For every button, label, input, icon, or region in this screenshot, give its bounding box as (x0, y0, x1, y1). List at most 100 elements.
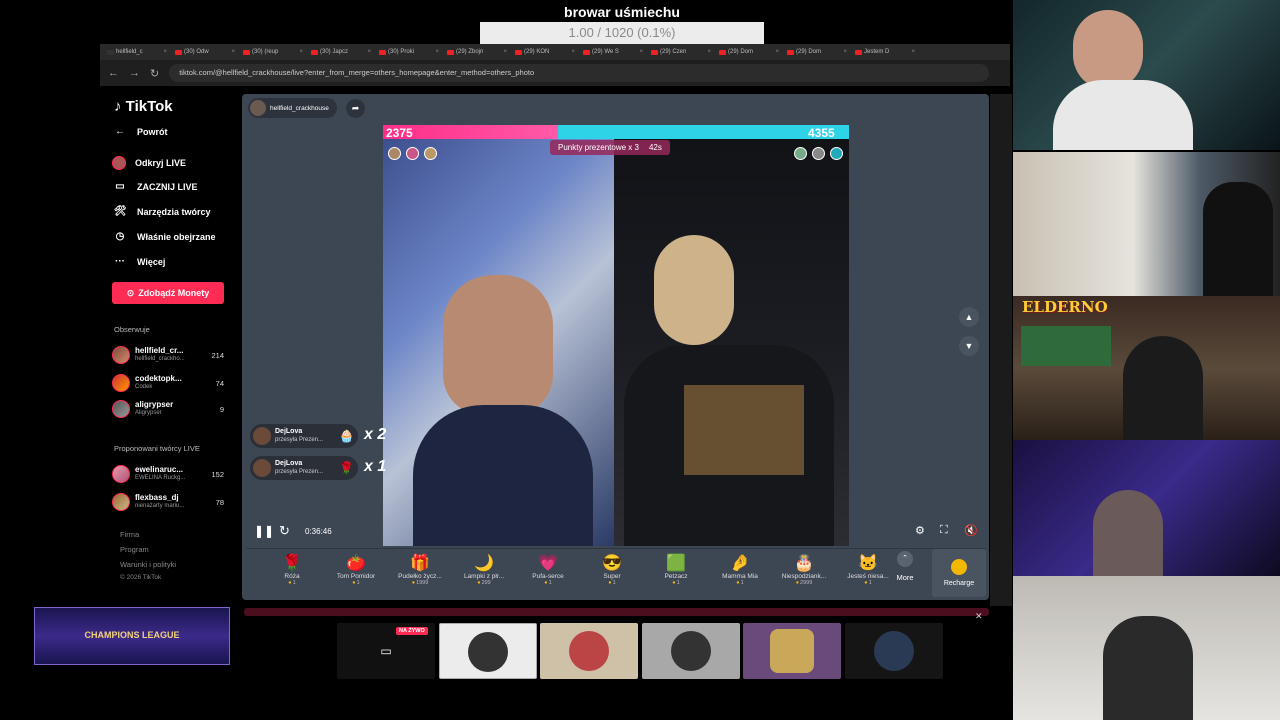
nav-discover-live[interactable]: Odkryj LIVE (112, 156, 186, 170)
nav-label: Więcej (137, 256, 166, 267)
close-tab-icon[interactable]: × (163, 49, 167, 55)
clock-icon: ◷ (115, 231, 125, 242)
tab-label: hellfield_c (116, 49, 143, 55)
battle-multiplier-pill: Punkty prezentowe x 3 42s (550, 140, 670, 155)
camera-icon: ▭ (115, 181, 125, 192)
chevron-up-icon[interactable]: ▲ (959, 307, 979, 327)
forward-arrow-icon[interactable]: → (129, 67, 140, 79)
gift-item[interactable]: 💗Pufa-serce1 (516, 549, 580, 586)
live-thumbnail[interactable] (540, 623, 638, 679)
supporter-avatar[interactable] (424, 147, 437, 160)
earn-coins-button[interactable]: ⊙ Zdobądź Monety (112, 282, 224, 304)
suggested-heading: Proponowani twórcy LIVE (114, 444, 200, 453)
following-account[interactable]: aligrypser Aligrypser 9 (112, 398, 224, 420)
gift-item[interactable]: 🌙Lampki z płr...299 (452, 549, 516, 586)
reload-icon[interactable]: ↻ (150, 67, 159, 80)
browser-tab[interactable]: (29) Dom × (716, 46, 782, 58)
score-left: 2375 (386, 126, 413, 140)
close-tab-icon[interactable]: × (299, 49, 303, 55)
live-thumbnail[interactable] (743, 623, 841, 679)
nav-creator-tools[interactable]: 🛠 Narzędzia twórcy (112, 206, 211, 217)
footer-link[interactable]: Warunki i polityki (120, 560, 176, 569)
live-thumbnail[interactable] (439, 623, 537, 679)
following-account[interactable]: hellfield_cr... hellfield_crackho... 214 (112, 344, 224, 366)
webcam-1 (1013, 0, 1280, 150)
share-icon[interactable]: ➦ (346, 99, 365, 118)
toast-user: DejLova (275, 428, 303, 435)
supporter-avatar[interactable] (388, 147, 401, 160)
browser-tab[interactable]: (30) Odw × (172, 46, 238, 58)
nav-go-live[interactable]: ▭ ZACZNIJ LIVE (112, 181, 197, 192)
gift-item[interactable]: 🎁Pudełko życz...1999 (388, 549, 452, 586)
recharge-button[interactable]: Recharge (932, 549, 986, 597)
tomato-icon: 🍅 (346, 555, 366, 572)
nav-more[interactable]: ··· Więcej (112, 256, 165, 267)
back-arrow-icon[interactable]: ← (108, 67, 119, 79)
gift-item[interactable]: 🤌Mamma Mia1 (708, 549, 772, 586)
tab-label: (30) (reup (252, 49, 279, 55)
tab-label: (30) Japcz (320, 49, 349, 55)
close-tab-icon[interactable]: × (231, 49, 235, 55)
champions-league-banner: CHAMPIONS LEAGUE (34, 607, 230, 665)
browser-tab[interactable]: (30) (reup × (240, 46, 306, 58)
footer-link[interactable]: Program (120, 545, 149, 554)
battle-timer: 42s (648, 143, 662, 152)
browser-tab[interactable]: (30) Proki × (376, 46, 442, 58)
account-subtitle: Codek (135, 384, 153, 390)
avatar (112, 374, 130, 392)
browser-tab[interactable]: Jestem D × (852, 46, 918, 58)
close-tab-icon[interactable]: × (367, 49, 371, 55)
fullscreen-icon[interactable]: ⛶ (940, 524, 948, 537)
back-link[interactable]: ← Powrót (112, 126, 168, 137)
gift-price: 1999 (412, 580, 428, 586)
close-tab-icon[interactable]: × (843, 49, 847, 55)
close-tab-icon[interactable]: × (911, 49, 915, 55)
youtube-favicon-icon (243, 49, 250, 55)
supporter-avatar[interactable] (406, 147, 419, 160)
browser-tab[interactable]: (29) We S × (580, 46, 646, 58)
avatar (468, 632, 508, 672)
suggested-account[interactable]: ewelinaruc... EWELINA Ruckg... 152 (112, 463, 224, 485)
close-tab-icon[interactable]: × (707, 49, 711, 55)
more-gifts-button[interactable]: ⌃ More (886, 551, 924, 582)
avatar (253, 427, 271, 445)
supporter-avatar[interactable] (830, 147, 843, 160)
following-account[interactable]: codektopk... Codek 74 (112, 372, 224, 394)
footer-link[interactable]: Firma (120, 530, 139, 539)
url-field[interactable]: tiktok.com/@hellfield_crackhouse/live?en… (169, 64, 990, 82)
close-tab-icon[interactable]: × (639, 49, 643, 55)
browser-tab[interactable]: (29) Zbojn × (444, 46, 510, 58)
refresh-icon[interactable]: ↻ (279, 523, 290, 539)
nav-recently-watched[interactable]: ◷ Właśnie obejrzane (112, 231, 216, 242)
gift-item[interactable]: 😎Super1 (580, 549, 644, 586)
browser-tab[interactable]: (29) Dom × (784, 46, 850, 58)
browser-tab[interactable]: (30) Japcz × (308, 46, 374, 58)
gift-item[interactable]: 🌹Róża1 (260, 549, 324, 586)
close-tab-icon[interactable]: × (775, 49, 779, 55)
suggested-account[interactable]: flexbass_dj nienażarty mariu... 78 (112, 491, 224, 513)
close-tab-icon[interactable]: × (571, 49, 575, 55)
live-thumbnail[interactable] (642, 623, 740, 679)
chevron-down-icon[interactable]: ▼ (959, 336, 979, 356)
live-thumbnail[interactable] (845, 623, 943, 679)
tiktok-logo[interactable]: ♪ TikTok (114, 98, 173, 115)
gift-box-icon: 🎁 (410, 555, 430, 572)
chevron-up-icon: ⌃ (897, 551, 913, 567)
browser-tab[interactable]: hellfield_c × (104, 46, 170, 58)
pause-icon[interactable]: ❚❚ (254, 524, 274, 538)
tab-label: (29) Dom (796, 49, 822, 55)
close-tab-icon[interactable]: × (503, 49, 507, 55)
mute-icon[interactable]: 🔇 (964, 524, 978, 537)
browser-tab[interactable]: (29) Czen × (648, 46, 714, 58)
gift-item[interactable]: 🎂Niespodziank...2999 (772, 549, 836, 586)
supporter-avatar[interactable] (812, 147, 825, 160)
supporter-avatar[interactable] (794, 147, 807, 160)
gift-item[interactable]: 🟩Petzacz1 (644, 549, 708, 586)
close-icon[interactable]: ✕ (975, 611, 983, 622)
host-chip[interactable]: hellfield_crackhouse (248, 98, 337, 118)
browser-tab[interactable]: (29) KON × (512, 46, 578, 58)
close-tab-icon[interactable]: × (435, 49, 439, 55)
settings-icon[interactable]: ⚙ (915, 524, 925, 537)
gift-item[interactable]: 🍅Tom Pomidor1 (324, 549, 388, 586)
cat-icon: 🐱 (858, 555, 878, 572)
